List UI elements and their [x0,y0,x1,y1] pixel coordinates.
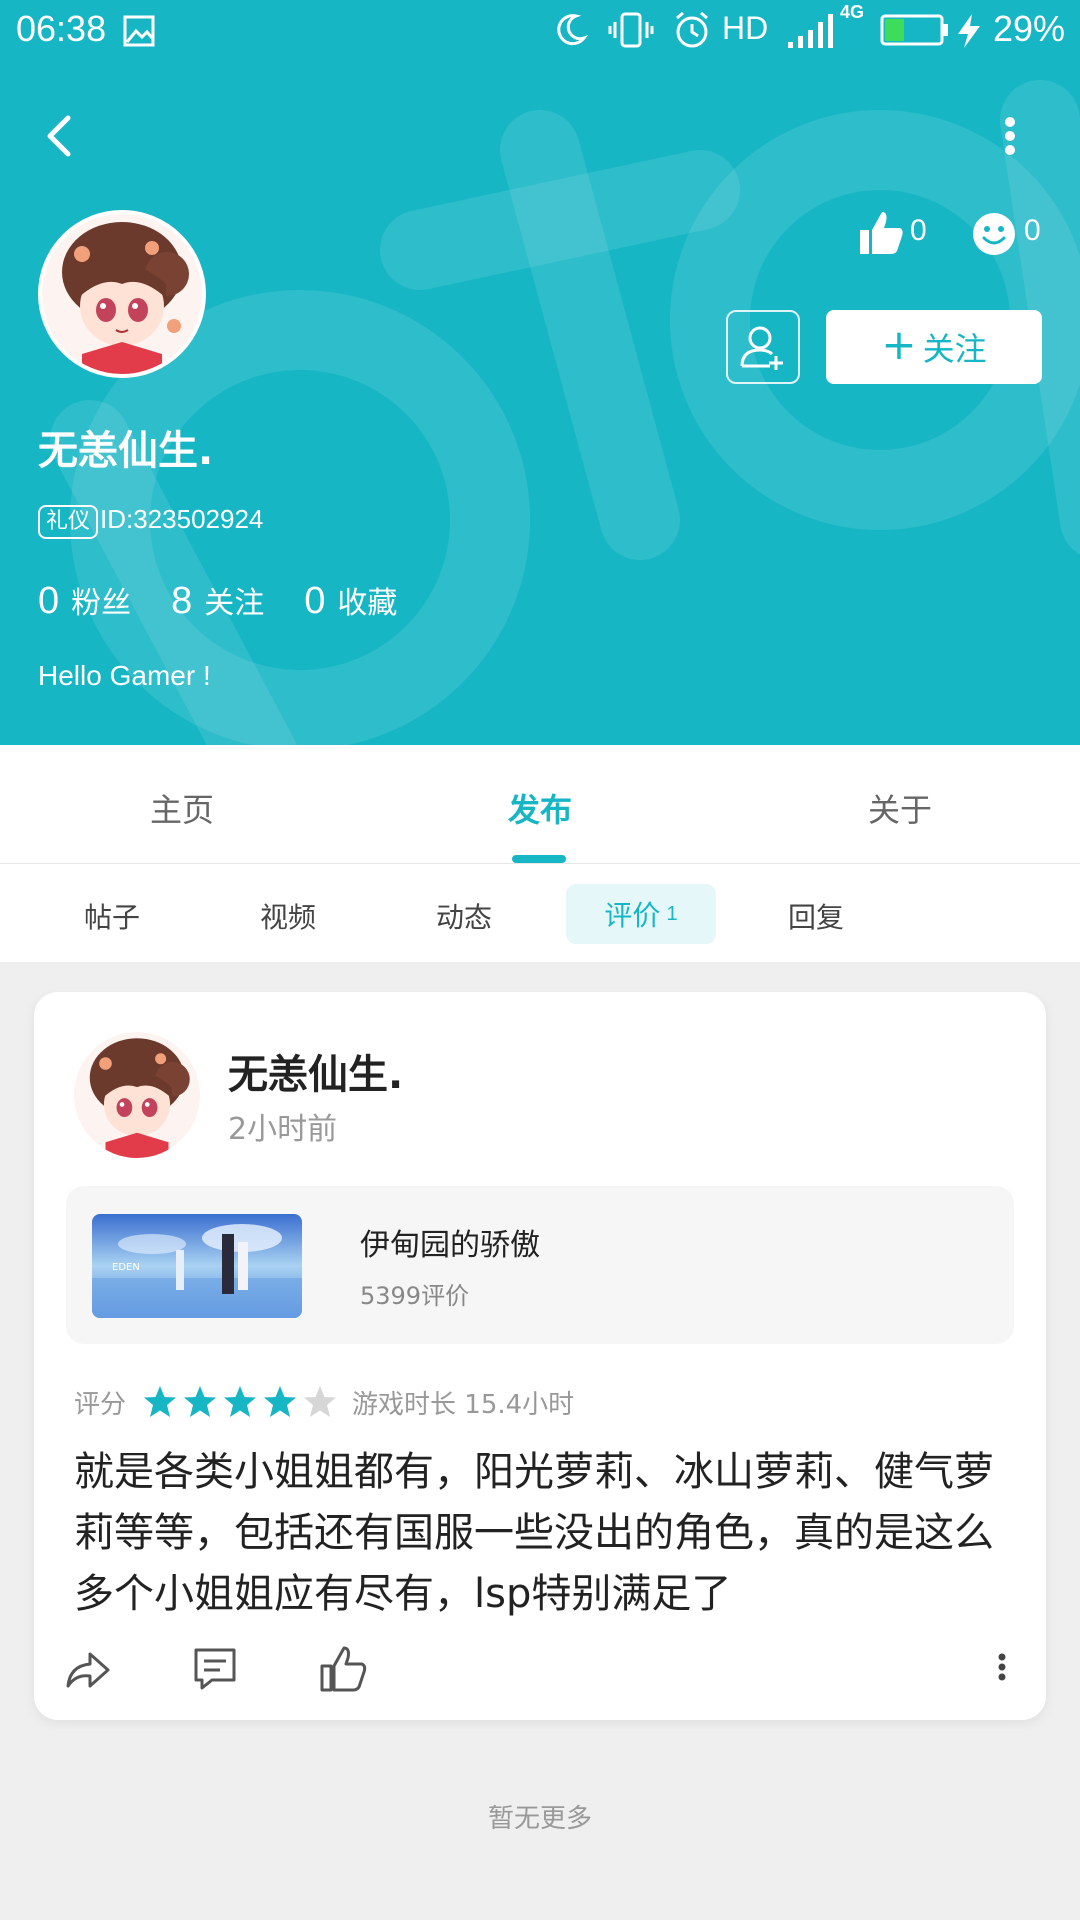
author-avatar[interactable] [74,1032,200,1158]
thumbs-up-icon[interactable] [856,208,906,258]
no-more-text: 暂无更多 [487,1804,592,1834]
tab-about[interactable]: 关于 [868,785,932,831]
anime-girl-avatar-image [42,214,202,374]
anime-girl-avatar-image [74,1032,200,1158]
card-more-button[interactable] [992,1642,1012,1692]
follow-button[interactable]: + 关注 [826,310,1042,384]
followers-count[interactable]: 0 [38,580,59,623]
svg-text:EDEN: EDEN [112,1262,140,1273]
alarm-icon [676,11,708,48]
favorites-label[interactable]: 收藏 [337,578,397,622]
game-thumbnail: EDEN [92,1214,302,1318]
hd-indicator: HD [722,10,769,46]
subtab-threads[interactable]: 帖子 [84,896,140,936]
review-card[interactable]: 无恙仙生. 2小时前 EDEN 伊甸园的骄傲 5399评价 评分 游戏时长 15… [34,992,1046,1720]
back-button[interactable] [34,106,94,166]
charging-icon [958,14,980,48]
followers-label[interactable]: 粉丝 [71,578,131,622]
smiles-count: 0 [1024,214,1041,247]
status-bar: 06:38 HD 4G 29% [0,0,1080,62]
network-type: 4G [840,2,865,22]
tab-home[interactable]: 主页 [150,785,214,831]
vibrate-icon [608,12,654,48]
more-options-button[interactable] [990,106,1030,166]
plus-icon: + [881,320,917,369]
review-content: 就是各类小姐姐都有，阳光萝莉、冰山萝莉、健气萝莉等等，包括还有国服一些没出的角色… [74,1449,994,1617]
add-friend-button[interactable] [726,310,800,384]
rating-label: 评分 [74,1389,127,1420]
star-filled-icon [224,1386,257,1417]
star-filled-icon [184,1386,217,1417]
tab-posts[interactable]: 发布 [508,785,572,831]
subtab-replies[interactable]: 回复 [788,896,844,936]
following-count[interactable]: 8 [171,580,192,623]
battery-icon [880,14,948,46]
star-filled-icon [144,1386,177,1417]
subtab-videos[interactable]: 视频 [260,896,316,936]
profile-header: 06:38 HD 4G 29% 0 0 + 关注 无恙仙生. 礼仪 ID:323… [0,0,1080,745]
gallery-icon [123,15,155,47]
profile-bio: Hello Gamer ! [38,660,211,691]
signal-icon [788,14,833,48]
smile-icon[interactable] [970,210,1018,258]
favorites-count[interactable]: 0 [304,580,325,623]
user-tag-badge: 礼仪 [38,505,99,539]
following-label[interactable]: 关注 [204,578,264,622]
post-time: 2小时前 [228,1112,338,1147]
game-title: 伊甸园的骄傲 [360,1228,540,1263]
status-time: 06:38 [16,8,107,49]
author-name[interactable]: 无恙仙生. [228,1042,403,1100]
subtab-reviews-count: 1 [666,902,678,925]
playtime: 游戏时长 15.4小时 [352,1389,575,1420]
add-user-icon [740,326,783,370]
likes-count: 0 [910,214,927,247]
subtab-reviews[interactable]: 评价 1 [566,884,716,944]
profile-avatar[interactable] [38,210,206,378]
profile-tabs: 主页 发布 关于 [0,745,1080,865]
star-empty-icon [304,1386,337,1417]
moon-icon [557,14,588,46]
subtab-moments[interactable]: 动态 [436,896,492,936]
game-link[interactable]: EDEN 伊甸园的骄傲 5399评价 [66,1186,1014,1344]
comment-button[interactable] [190,1644,240,1694]
profile-username: 无恙仙生. [38,428,214,474]
share-button[interactable] [62,1644,112,1694]
game-cover-image: EDEN [92,1214,302,1318]
rating-stars [142,1384,338,1420]
subtab-reviews-label: 评价 [604,899,661,932]
profile-counts: 0 粉丝 8 关注 0 收藏 [38,578,437,623]
rating-row: 评分 游戏时长 15.4小时 [74,1382,574,1422]
like-button[interactable] [318,1644,368,1694]
post-subtabs: 帖子 视频 动态 评价 1 回复 [0,864,1080,962]
star-filled-icon [264,1386,297,1417]
battery-percent: 29% [993,8,1066,49]
user-id: ID:323502924 [100,504,264,534]
active-tab-indicator [512,855,566,863]
follow-label: 关注 [922,330,987,368]
game-review-count: 5399评价 [360,1282,470,1310]
